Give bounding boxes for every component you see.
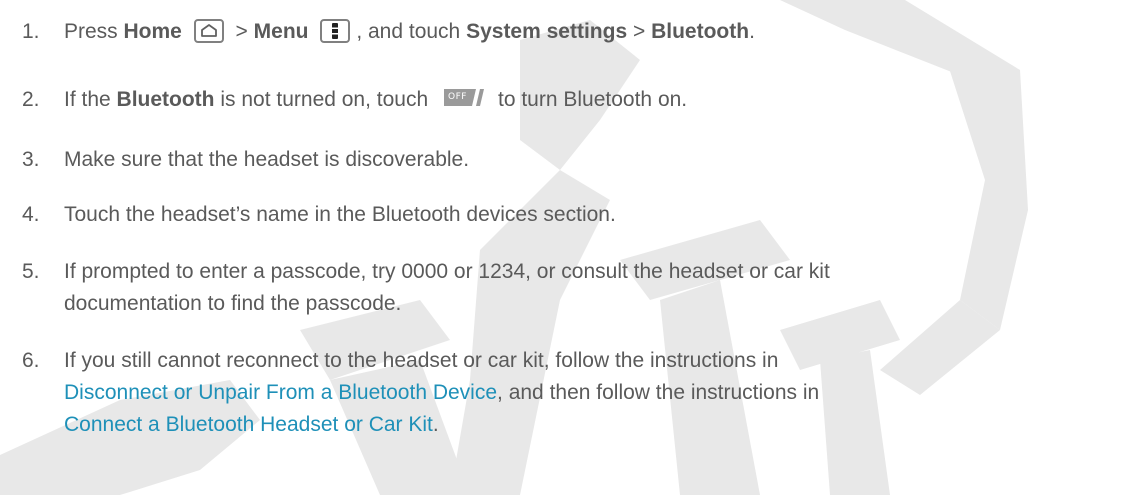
text-run: is not turned on, touch — [214, 88, 434, 111]
step-text: If prompted to enter a passcode, try 000… — [64, 256, 1124, 320]
step-text: Touch the headset’s name in the Bluetoot… — [64, 203, 616, 226]
text-run: If the — [64, 88, 117, 111]
step-number: 3. — [22, 148, 40, 171]
text-run: to turn Bluetooth on. — [498, 88, 688, 111]
step-number: 5. — [22, 260, 40, 283]
text-run: > — [229, 20, 254, 43]
step-number: 4. — [22, 203, 40, 226]
home-key-icon — [193, 19, 224, 43]
text-run: , and touch — [356, 20, 467, 43]
text-line: documentation to find the passcode. — [64, 292, 402, 315]
text-line: If prompted to enter a passcode, try 000… — [64, 260, 830, 283]
text-run: . — [749, 20, 755, 43]
bluetooth-label: Bluetooth — [116, 88, 215, 111]
menu-label: Menu — [253, 20, 309, 43]
disconnect-unpair-link[interactable]: Disconnect or Unpair From a Bluetooth De… — [64, 381, 497, 404]
toggle-off-label: OFF — [448, 92, 467, 102]
system-settings-label: System settings — [466, 20, 628, 43]
step-text: If you still cannot reconnect to the hea… — [64, 345, 1124, 441]
text-line: If you still cannot reconnect to the hea… — [64, 349, 779, 372]
text-run: . — [432, 413, 439, 436]
step-text: Press Home > Menu , and touch System set… — [64, 16, 1124, 48]
connect-headset-link[interactable]: Connect a Bluetooth Headset or Car Kit — [64, 413, 433, 436]
step-text: If the Bluetooth is not turned on, touch… — [64, 84, 1124, 116]
text-run: > — [627, 20, 652, 43]
menu-key-icon — [320, 19, 351, 43]
bluetooth-label: Bluetooth — [651, 20, 750, 43]
step-text: Make sure that the headset is discoverab… — [64, 148, 470, 171]
text-run: Press — [64, 20, 124, 43]
home-label: Home — [123, 20, 182, 43]
step-number: 1. — [22, 20, 40, 43]
step-number: 6. — [22, 349, 40, 372]
text-run: , and then follow the instructions in — [497, 381, 820, 404]
bluetooth-off-toggle-icon: OFF — [444, 89, 484, 106]
step-number: 2. — [22, 88, 40, 111]
